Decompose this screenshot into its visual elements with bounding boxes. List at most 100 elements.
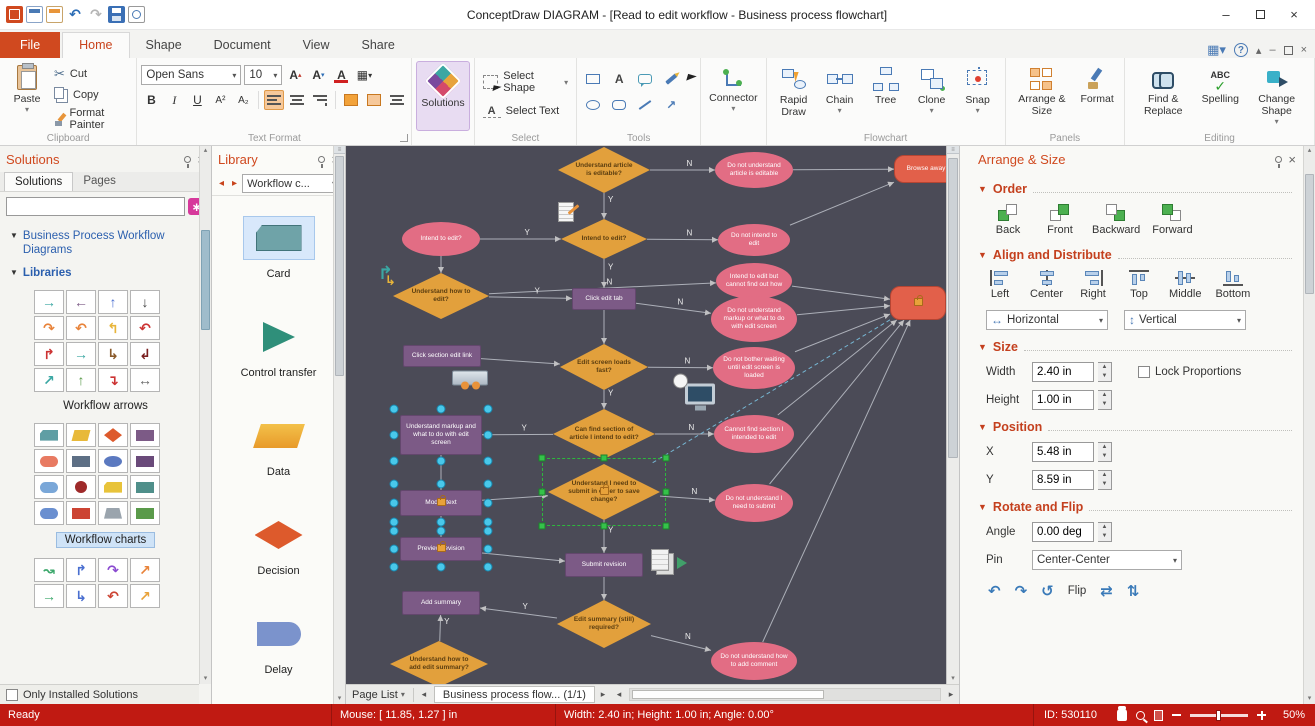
- library-item-control-transfer[interactable]: Control transfer: [212, 303, 345, 402]
- workflow-line-tile[interactable]: ↳: [66, 584, 96, 608]
- bold-button[interactable]: B: [141, 90, 161, 110]
- clone-button[interactable]: Clone▾: [909, 61, 955, 131]
- workflow-chart-tile[interactable]: [34, 475, 64, 499]
- tab-home[interactable]: Home: [62, 32, 129, 58]
- workflow-arrow-tile[interactable]: ↓: [130, 290, 160, 314]
- tree-button[interactable]: Tree: [863, 61, 909, 131]
- flowchart-node-ellipse[interactable]: Do not understand how to add comment: [711, 642, 797, 680]
- save-button[interactable]: [108, 6, 125, 23]
- width-spinner[interactable]: ▲▼: [1098, 362, 1112, 382]
- workflow-arrow-tile[interactable]: ↶: [130, 316, 160, 340]
- arrange-size-button[interactable]: Arrange & Size: [1010, 61, 1075, 131]
- workflow-chart-tile[interactable]: [66, 501, 96, 525]
- workflow-chart-tile[interactable]: [66, 449, 96, 473]
- drawing-canvas[interactable]: NYYNYNYNNYYNNYYNY Understand article is …: [346, 146, 946, 684]
- width-input[interactable]: [1032, 362, 1094, 382]
- rotate-left-icon[interactable]: ↶: [988, 582, 1001, 600]
- connection-point-handle[interactable]: [437, 527, 446, 536]
- scroll-left-button[interactable]: ◂: [611, 689, 627, 700]
- order-forward-button[interactable]: Forward: [1150, 202, 1194, 238]
- angle-spinner[interactable]: ▲▼: [1098, 522, 1112, 542]
- selection-handle[interactable]: [663, 455, 670, 462]
- workflow-chart-tile[interactable]: [34, 423, 64, 447]
- solutions-button[interactable]: Solutions: [416, 61, 469, 131]
- x-input[interactable]: [1032, 442, 1094, 462]
- tab-file[interactable]: File: [0, 32, 60, 58]
- order-front-button[interactable]: Front: [1038, 202, 1082, 238]
- align-bottom-button[interactable]: Bottom: [1213, 268, 1252, 302]
- horizontal-scrollbar[interactable]: [629, 688, 941, 701]
- solutions-scrollbar[interactable]: ▴ ▾: [199, 146, 211, 684]
- angle-input[interactable]: [1032, 522, 1094, 542]
- line-tool-button[interactable]: [633, 93, 657, 117]
- italic-button[interactable]: I: [164, 90, 184, 110]
- text-style-button[interactable]: ▦▾: [354, 65, 374, 85]
- collapse-ribbon-icon[interactable]: ▴: [1256, 44, 1262, 57]
- align-left-button[interactable]: Left: [982, 268, 1018, 302]
- find-replace-button[interactable]: Find & Replace: [1129, 61, 1197, 131]
- shrink-font-button[interactable]: [308, 65, 328, 85]
- workflow-arrow-tile[interactable]: ↔: [130, 368, 160, 392]
- cut-button[interactable]: ✂Cut: [50, 65, 132, 83]
- connection-point-handle[interactable]: [390, 563, 399, 572]
- rotate-right-icon[interactable]: ↷: [1015, 582, 1028, 600]
- help-icon[interactable]: ?: [1234, 43, 1248, 57]
- align-middle-button[interactable]: Middle: [1167, 268, 1203, 302]
- previous-page-button[interactable]: ◂: [416, 689, 432, 700]
- format-panel-button[interactable]: Format: [1074, 61, 1120, 131]
- connection-point-handle[interactable]: [390, 499, 399, 508]
- connection-point-handle[interactable]: [484, 518, 493, 527]
- workflow-arrow-tile[interactable]: ←: [66, 290, 96, 314]
- connection-point-handle[interactable]: [390, 457, 399, 466]
- workflow-chart-tile[interactable]: [98, 423, 128, 447]
- snap-button[interactable]: Snap▾: [955, 61, 1001, 131]
- align-right-button[interactable]: Right: [1075, 268, 1111, 302]
- library-item-data[interactable]: Data: [212, 402, 345, 501]
- connection-point-handle[interactable]: [390, 518, 399, 527]
- comment-tool-button[interactable]: [633, 67, 657, 91]
- connection-point-handle[interactable]: [484, 527, 493, 536]
- workflow-chart-tile[interactable]: [34, 449, 64, 473]
- chain-button[interactable]: Chain▾: [817, 61, 863, 131]
- child-close-icon[interactable]: ×: [1301, 44, 1307, 56]
- align-top-button[interactable]: Top: [1121, 268, 1157, 302]
- flowchart-node-diamond[interactable]: Edit summary (still) required?: [557, 600, 651, 648]
- canvas-vertical-scrollbar[interactable]: ≡ ▾: [946, 146, 959, 684]
- pin-icon[interactable]: [1275, 156, 1282, 163]
- tree-item-business-process[interactable]: ▼ Business Process Workflow Diagrams: [10, 229, 203, 258]
- flowchart-node-rect[interactable]: Add summary: [402, 591, 480, 615]
- flowchart-node-rect[interactable]: Click edit tab: [572, 288, 636, 310]
- workflow-chart-tile[interactable]: [98, 501, 128, 525]
- page-list-button[interactable]: Page List▾: [346, 685, 411, 704]
- format-painter-button[interactable]: Format Painter: [50, 106, 132, 132]
- height-input[interactable]: [1032, 390, 1094, 410]
- pin-icon[interactable]: [318, 156, 325, 163]
- workflow-arrows-label[interactable]: Workflow arrows: [55, 399, 156, 413]
- library-back-button[interactable]: ◂: [216, 177, 227, 190]
- pen-tool-button[interactable]: [659, 67, 683, 91]
- next-page-button[interactable]: ▸: [595, 689, 611, 700]
- undo-button[interactable]: ↶: [66, 6, 84, 23]
- library-item-card[interactable]: Card: [212, 204, 345, 303]
- library-selector[interactable]: Workflow c...▾: [242, 174, 341, 193]
- zoom-slider[interactable]: [1190, 714, 1248, 717]
- connection-point-handle[interactable]: [390, 405, 399, 414]
- flowchart-node-ellipse[interactable]: Do not bother waiting until edit screen …: [713, 347, 795, 389]
- arrange-scrollbar[interactable]: ▴ ▾: [1303, 146, 1315, 704]
- flowchart-node-ellipse[interactable]: Do not intend to edit: [718, 224, 790, 256]
- y-spinner[interactable]: ▲▼: [1098, 470, 1112, 490]
- workflow-line-tile[interactable]: ↗: [130, 558, 160, 582]
- change-shape-button[interactable]: Change Shape▾: [1243, 61, 1310, 131]
- tab-document[interactable]: Document: [198, 33, 287, 58]
- y-input[interactable]: [1032, 470, 1094, 490]
- distribute-vertical-select[interactable]: ↕Vertical▾: [1124, 310, 1246, 330]
- library-forward-button[interactable]: ▸: [229, 177, 240, 190]
- workflow-arrow-tile[interactable]: ↷: [34, 316, 64, 340]
- font-color-button[interactable]: [331, 65, 351, 85]
- workflow-chart-tile[interactable]: [98, 449, 128, 473]
- redo-button[interactable]: ↷: [87, 6, 105, 23]
- selection-handle[interactable]: [539, 489, 546, 496]
- lock-proportions-checkbox[interactable]: Lock Proportions: [1138, 366, 1241, 378]
- connection-point-handle[interactable]: [437, 563, 446, 572]
- connection-point-handle[interactable]: [484, 405, 493, 414]
